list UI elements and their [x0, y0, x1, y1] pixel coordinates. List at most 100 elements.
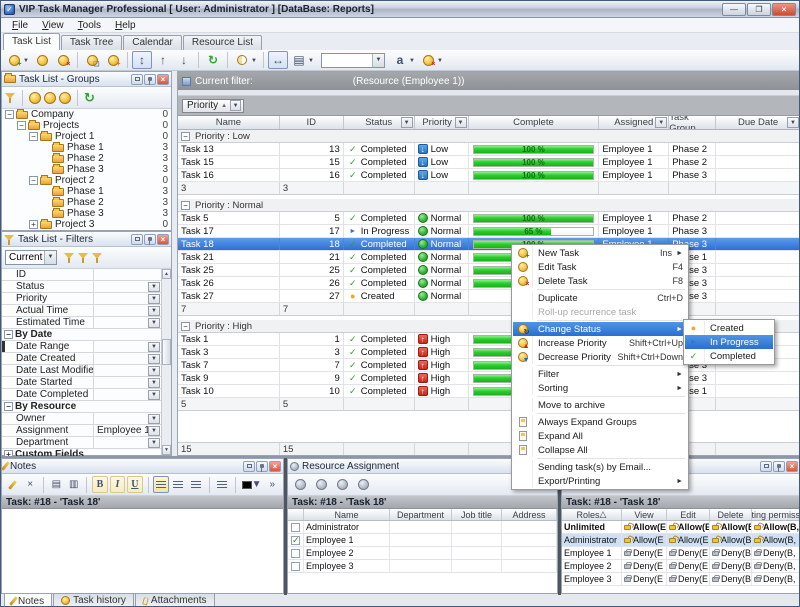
tree-item[interactable]: +Project 30 — [2, 219, 171, 230]
align-left-button[interactable] — [153, 476, 168, 493]
menu-item-expand-all[interactable]: Expand All — [513, 429, 687, 443]
clear-filter-button[interactable] — [92, 252, 103, 263]
task-row[interactable]: Task 1818✓CompletedNormal100 %Employee 1… — [178, 238, 800, 251]
task-row[interactable]: Task 99✓Completed↑High100 %Employee 1Pha… — [178, 372, 800, 385]
panel-pin-button[interactable] — [144, 74, 156, 85]
collapse-icon[interactable]: − — [17, 121, 26, 130]
chevron-down-icon[interactable]: ▼ — [230, 100, 241, 111]
search-combobox[interactable]: ▼ — [321, 53, 385, 68]
panel-close-button[interactable]: × — [157, 74, 169, 85]
tree-item[interactable]: −Projects0 — [2, 120, 171, 131]
tree-item[interactable]: −Phase 33 — [2, 164, 171, 175]
menu-file[interactable]: File — [5, 19, 35, 32]
menu-item-delete-task[interactable]: ×Delete TaskF8 — [513, 274, 687, 288]
clear-highlight-button[interactable]: ×▼ — [418, 51, 438, 69]
tab-task-list[interactable]: Task List — [3, 33, 60, 50]
task-row[interactable]: Task 1616✓Completed↓Low100 %Employee 1Ph… — [178, 169, 800, 182]
group-by-chip[interactable]: Priority ▲ ▼ — [182, 99, 244, 113]
edit-task-button[interactable] — [32, 51, 52, 69]
task-row[interactable]: Task 1010✓Completed↑High100 %Employee 1P… — [178, 385, 800, 398]
assign-resource-button[interactable] — [291, 476, 310, 493]
tab-task-tree[interactable]: Task Tree — [61, 35, 122, 50]
panel-pin-button[interactable] — [144, 234, 156, 245]
tree-item[interactable]: −Phase 23 — [2, 153, 171, 164]
edit-group-button[interactable] — [44, 92, 56, 104]
column-header-address[interactable]: Address — [502, 509, 557, 520]
view-options-button[interactable]: ▤▼ — [289, 51, 309, 69]
tree-item[interactable]: −Project 10 — [2, 131, 171, 142]
notes-content[interactable] — [2, 509, 283, 594]
filter-dropdown-button[interactable]: ▼ — [148, 390, 160, 400]
align-right-button[interactable] — [188, 476, 203, 493]
panel-pin-button[interactable] — [256, 461, 268, 472]
panel-close-button[interactable]: × — [157, 234, 169, 245]
collapse-icon[interactable]: − — [29, 132, 38, 141]
panel-restore-button[interactable] — [760, 461, 772, 472]
chevron-down-icon[interactable]: ▼ — [409, 58, 415, 64]
panel-pin-button[interactable] — [773, 461, 785, 472]
filter-dropdown-button[interactable]: ▼ — [148, 378, 160, 388]
delete-task-button[interactable]: × — [53, 51, 73, 69]
scroll-thumb[interactable] — [162, 339, 171, 365]
column-filter-button[interactable]: ▼ — [455, 117, 467, 128]
filter-dropdown-button[interactable]: ▼ — [148, 318, 160, 328]
filter-profile-combobox[interactable]: Current▼ — [5, 250, 57, 265]
filter-row[interactable]: Date Created▼ — [2, 353, 161, 365]
collapse-icon[interactable]: − — [5, 110, 14, 119]
filter-bar-icon[interactable] — [182, 77, 191, 86]
overflow-button[interactable]: » — [265, 476, 280, 493]
collapse-icon[interactable]: − — [181, 201, 190, 210]
column-header-edit[interactable]: Edit — [667, 509, 710, 520]
menu-help[interactable]: Help — [108, 19, 143, 32]
filter-row[interactable]: Date Last Modified▼ — [2, 365, 161, 377]
column-header-id[interactable]: ID — [280, 116, 344, 129]
resource-row[interactable]: Employee 2 — [288, 547, 557, 560]
panel-restore-button[interactable] — [131, 74, 143, 85]
close-button[interactable]: × — [772, 3, 796, 16]
column-header-view[interactable]: View — [622, 509, 667, 520]
task-row[interactable]: Task 2121✓CompletedNormal100 %Employee 1… — [178, 251, 800, 264]
maximize-button[interactable]: ❐ — [747, 3, 771, 16]
column-header-task_group[interactable]: Task Group — [669, 116, 716, 129]
chevron-down-icon[interactable]: ▼ — [252, 479, 262, 490]
menu-item-increase-priority[interactable]: ▲Increase PriorityShift+Ctrl+Up — [513, 336, 687, 350]
print-preview-button[interactable]: ▤ — [49, 476, 64, 493]
menu-item-collapse-all[interactable]: Collapse All — [513, 443, 687, 457]
column-header-tting-permissi[interactable]: tting permissi — [752, 509, 800, 520]
filter-dropdown-button[interactable]: ▼ — [148, 294, 160, 304]
permission-row[interactable]: AdministratorAllow(EAllow(EAllow(BAllow(… — [562, 534, 800, 547]
bold-button[interactable]: B — [92, 476, 107, 493]
menu-item-export-printing[interactable]: Export/Printing► — [513, 474, 687, 488]
column-filter-button[interactable]: ▼ — [401, 117, 413, 128]
tree-item[interactable]: −Phase 13 — [2, 142, 171, 153]
column-filter-button[interactable]: ▼ — [787, 117, 799, 128]
chevron-down-icon[interactable]: ▼ — [308, 58, 314, 64]
expand-icon[interactable]: + — [29, 220, 38, 229]
filter-dropdown-button[interactable]: ▼ — [148, 342, 160, 352]
refresh-button[interactable]: ↻ — [203, 51, 223, 69]
menu-item-move-to-archive[interactable]: Move to archive — [513, 398, 687, 412]
filter-group-row[interactable]: −By Resource — [2, 401, 161, 413]
duplicate-task-button[interactable]: ❏ — [82, 51, 102, 69]
filter-row[interactable]: Date Completed▼ — [2, 389, 161, 401]
filter-dropdown-button[interactable]: ▼ — [148, 414, 160, 424]
resource-row[interactable]: Administrator — [288, 521, 557, 534]
column-header-due[interactable]: Due Date▼ — [716, 116, 800, 129]
minimize-button[interactable]: — — [722, 3, 746, 16]
filter-row[interactable]: Date Range▼ — [2, 341, 161, 353]
collapse-icon[interactable]: − — [181, 132, 190, 141]
filter-groups-button[interactable] — [5, 92, 16, 103]
submenu-item-completed[interactable]: ✓Completed — [685, 349, 773, 363]
submenu-item-created[interactable]: ●Created — [685, 321, 773, 335]
collapse-icon[interactable]: − — [29, 176, 38, 185]
resource-row[interactable]: Employee 1 — [288, 534, 557, 547]
underline-button[interactable]: U — [127, 476, 142, 493]
permission-row[interactable]: Employee 1Deny(EDeny(EDeny(BDeny(B, — [562, 547, 800, 560]
submenu-item-in-progress[interactable]: ►In Progress — [685, 335, 773, 349]
vertical-splitter[interactable] — [284, 458, 287, 595]
highlight-button[interactable]: a▼ — [390, 51, 410, 69]
move-up-button[interactable]: ↑ — [153, 51, 173, 69]
new-task-button[interactable]: +▼ — [4, 51, 24, 69]
paste-resource-button[interactable] — [354, 476, 373, 493]
filter-row[interactable]: Actual Time▼ — [2, 305, 161, 317]
